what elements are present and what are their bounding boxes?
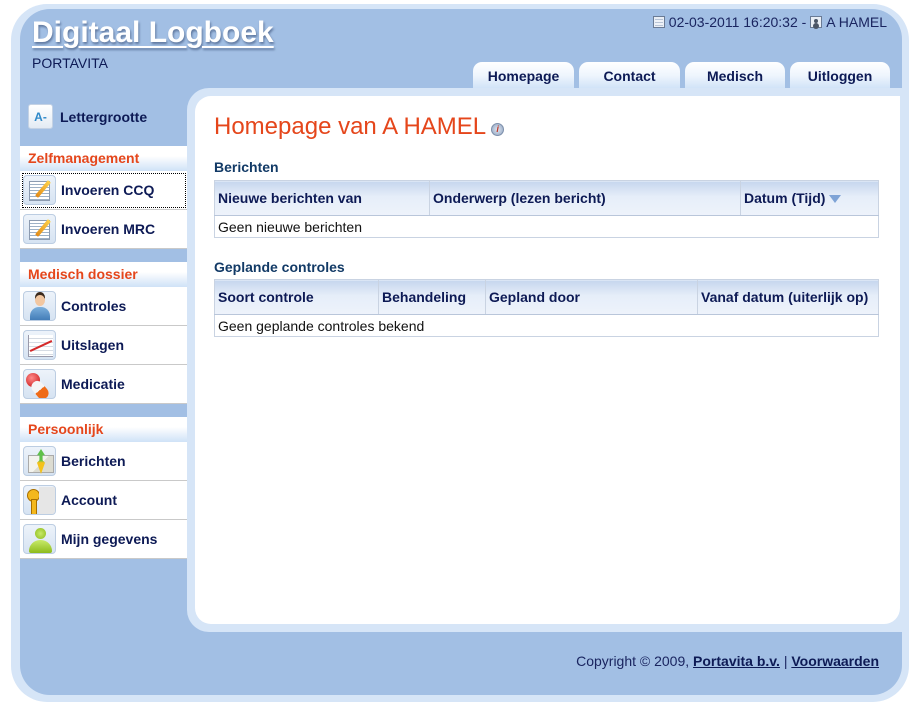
group-zelfmanagement: Zelfmanagement bbox=[20, 146, 188, 171]
footer: Copyright © 2009, Portavita b.v. | Voorw… bbox=[576, 653, 879, 669]
column-header-date[interactable]: Datum (Tijd) bbox=[740, 180, 879, 216]
group-persoonlijk: Persoonlijk bbox=[20, 417, 188, 442]
pills-icon bbox=[23, 369, 56, 399]
user-name: A HAMEL bbox=[826, 14, 887, 30]
user-icon bbox=[810, 16, 823, 28]
tab-homepage[interactable]: Homepage bbox=[473, 62, 574, 89]
sidebar-item-invoeren-ccq[interactable]: Invoeren CCQ bbox=[20, 171, 188, 210]
sort-descending-icon[interactable] bbox=[829, 195, 842, 204]
column-header-type[interactable]: Soort controle bbox=[214, 279, 379, 315]
tab-uitloggen[interactable]: Uitloggen bbox=[790, 62, 890, 89]
mail-icon bbox=[23, 446, 56, 476]
terms-link[interactable]: Voorwaarden bbox=[791, 653, 879, 669]
footer-separator: | bbox=[783, 653, 788, 669]
datetime: 02-03-2011 16:20:32 - bbox=[668, 14, 807, 30]
column-header-planned-by[interactable]: Gepland door bbox=[485, 279, 698, 315]
app-subtitle: PORTAVITA bbox=[32, 55, 108, 71]
tab-contact[interactable]: Contact bbox=[579, 62, 680, 89]
checks-table: Soort controle Behandeling Gepland door … bbox=[214, 279, 879, 337]
sidebar-item-label: Invoeren CCQ bbox=[61, 182, 155, 198]
sidebar-item-label: Invoeren MRC bbox=[61, 221, 156, 237]
sidebar-item-account[interactable]: Account bbox=[20, 481, 188, 520]
column-header-from-date[interactable]: Vanaf datum (uiterlijk op) bbox=[697, 279, 879, 315]
app-title[interactable]: Digitaal Logboek bbox=[32, 16, 274, 50]
company-link[interactable]: Portavita b.v. bbox=[693, 653, 780, 669]
status-bar: 02-03-2011 16:20:32 - A HAMEL bbox=[652, 14, 887, 30]
group-medisch-dossier: Medisch dossier bbox=[20, 262, 188, 287]
sidebar-item-invoeren-mrc[interactable]: Invoeren MRC bbox=[20, 210, 188, 249]
table-row: Geen nieuwe berichten bbox=[214, 215, 879, 238]
sidebar-item-label: Account bbox=[61, 492, 117, 508]
main-nav-tabs: Homepage Contact Medisch Uitloggen bbox=[473, 62, 890, 89]
edit-form-icon bbox=[23, 214, 56, 244]
font-size-link[interactable]: Lettergrootte bbox=[60, 109, 147, 125]
column-header-treatment[interactable]: Behandeling bbox=[378, 279, 486, 315]
chart-icon bbox=[23, 330, 56, 360]
key-icon bbox=[23, 485, 56, 515]
column-header-date-label[interactable]: Datum (Tijd) bbox=[744, 190, 825, 206]
sidebar-item-label: Mijn gegevens bbox=[61, 531, 158, 547]
copyright-text: Copyright © 2009, bbox=[576, 653, 690, 669]
table-header-row: Nieuwe berichten van Onderwerp (lezen be… bbox=[214, 180, 879, 216]
sidebar-item-uitslagen[interactable]: Uitslagen bbox=[20, 326, 188, 365]
sidebar-item-berichten[interactable]: Berichten bbox=[20, 442, 188, 481]
calendar-icon bbox=[652, 16, 665, 28]
table-row: Geen geplande controles bekend bbox=[214, 314, 879, 337]
font-size-control[interactable]: A- Lettergrootte bbox=[20, 104, 147, 129]
table-header-row: Soort controle Behandeling Gepland door … bbox=[214, 279, 879, 315]
sidebar-item-label: Controles bbox=[61, 298, 127, 314]
sidebar-item-mijn-gegevens[interactable]: Mijn gegevens bbox=[20, 520, 188, 559]
sidebar-item-label: Berichten bbox=[61, 453, 126, 469]
sidebar-item-controles[interactable]: Controles bbox=[20, 287, 188, 326]
tab-medisch[interactable]: Medisch bbox=[685, 62, 785, 89]
page-title: Homepage van A HAMEL i bbox=[214, 113, 505, 141]
content-panel: Homepage van A HAMEL i Berichten Nieuwe … bbox=[195, 96, 900, 624]
doctor-icon bbox=[23, 291, 56, 321]
font-size-icon[interactable]: A- bbox=[28, 104, 53, 129]
messages-table: Nieuwe berichten van Onderwerp (lezen be… bbox=[214, 180, 879, 238]
messages-section-title: Berichten bbox=[214, 159, 279, 175]
checks-section-title: Geplande controles bbox=[214, 259, 345, 275]
sidebar-item-label: Medicatie bbox=[61, 376, 125, 392]
edit-form-icon bbox=[23, 175, 56, 205]
page-title-text: Homepage van A HAMEL bbox=[214, 113, 487, 140]
info-icon[interactable]: i bbox=[491, 122, 505, 136]
column-header-sender[interactable]: Nieuwe berichten van bbox=[214, 180, 430, 216]
empty-checks-text: Geen geplande controles bekend bbox=[214, 314, 879, 337]
column-header-subject[interactable]: Onderwerp (lezen bericht) bbox=[429, 180, 741, 216]
person-icon bbox=[23, 524, 56, 554]
empty-messages-text: Geen nieuwe berichten bbox=[214, 215, 879, 238]
sidebar-item-label: Uitslagen bbox=[61, 337, 125, 353]
sidebar-item-medicatie[interactable]: Medicatie bbox=[20, 365, 188, 404]
